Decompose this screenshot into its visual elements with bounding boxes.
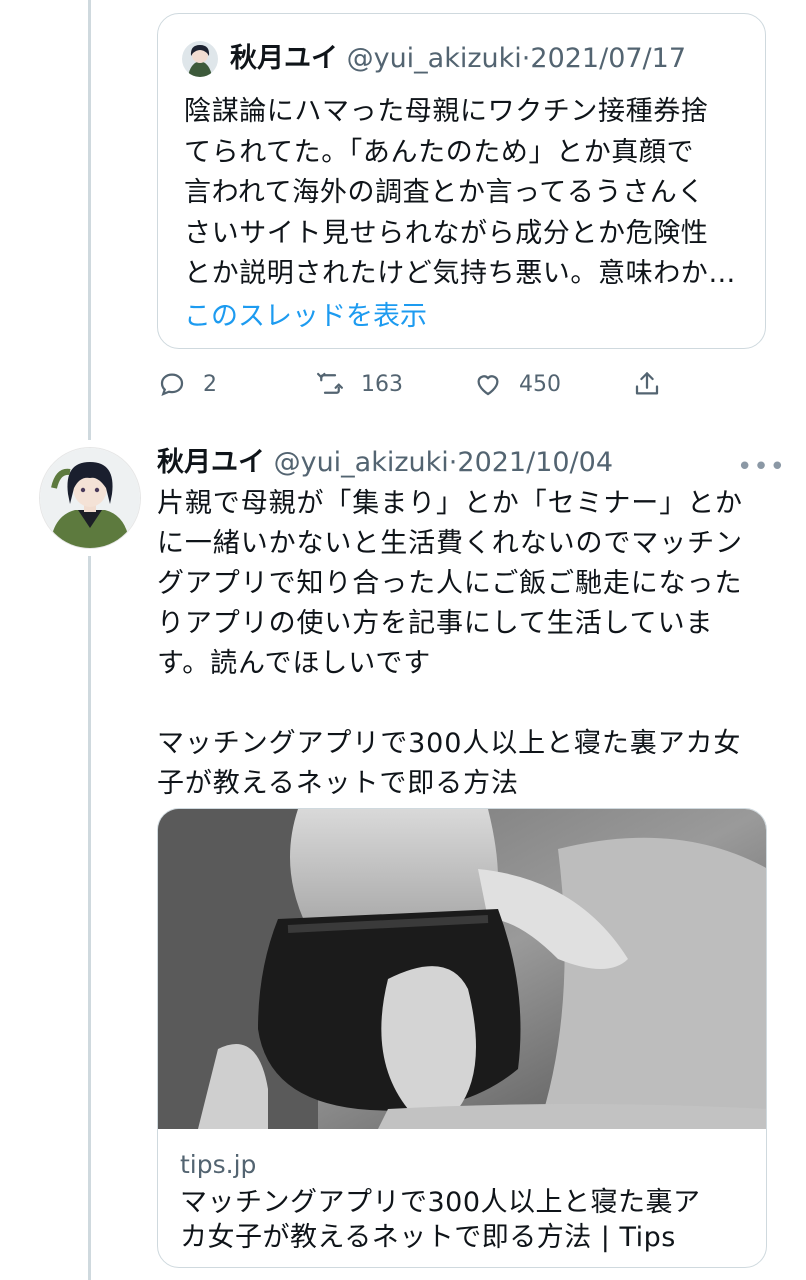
author-name[interactable]: 秋月ユイ xyxy=(157,447,265,478)
quoted-author-handle[interactable]: @yui_akizuki xyxy=(347,43,522,74)
text-line: りアプリの使い方を記事にして生活していま xyxy=(157,608,714,639)
thread-connector-line xyxy=(88,0,91,440)
text-line: 子が教えるネットで即る方法 xyxy=(157,768,519,799)
author-avatar[interactable] xyxy=(39,447,141,549)
text-line: マッチングアプリで300人以上と寝た裏ア xyxy=(180,1187,701,1218)
link-domain: tips.jp xyxy=(180,1150,257,1179)
heart-icon xyxy=(477,375,499,396)
tweet-text: 片親で母親が「集まり」とか「セミナー」とか に一緒いかないと生活費くれないのでマ… xyxy=(157,484,777,804)
tweet-date[interactable]: 2021/10/04 xyxy=(457,447,613,478)
text-line: マッチングアプリで300人以上と寝た裏アカ女 xyxy=(157,728,742,759)
quoted-author-name[interactable]: 秋月ユイ xyxy=(230,43,338,74)
reply-count: 2 xyxy=(203,371,217,397)
retweet-count: 163 xyxy=(361,371,403,397)
link-preview-image xyxy=(158,809,766,1129)
quoted-tweet-text: 陰謀論にハマった母親にワクチン接種券捨 てられてた。「あんたのため」とか真顔で … xyxy=(184,92,754,295)
text-line: 言われて海外の調査とか言ってるうさんく xyxy=(184,177,705,208)
thread-connector-line xyxy=(88,556,91,1280)
text-line: さいサイト見せられながら成分とか危険性 xyxy=(184,217,709,249)
quoted-tweet-date[interactable]: 2021/07/17 xyxy=(530,43,686,74)
text-line: カ女子が教えるネットで即る方法 | Tips xyxy=(180,1222,676,1253)
text-line: に一緒いかないと生活費くれないのでマッチン xyxy=(157,528,743,559)
reply-button[interactable]: 2 xyxy=(157,362,217,406)
share-button[interactable] xyxy=(632,362,662,406)
like-button[interactable]: 450 xyxy=(473,362,561,406)
text-line: す。読んでほしいです xyxy=(157,648,432,679)
tweet-header: 秋月ユイ @yui_akizuki·2021/10/04 xyxy=(157,446,613,480)
link-preview-card[interactable]: tips.jp マッチングアプリで300人以上と寝た裏ア カ女子が教えるネットで… xyxy=(157,808,767,1268)
text-line: 陰謀論にハマった母親にワクチン接種券捨 xyxy=(184,96,709,127)
text-line: てられてた。「あんたのため」とか真顔で xyxy=(184,136,695,168)
reply-icon xyxy=(160,373,184,396)
retweet-button[interactable]: 163 xyxy=(315,362,403,406)
retweet-icon xyxy=(317,372,343,394)
quoted-tweet-card[interactable]: 秋月ユイ @yui_akizuki·2021/07/17 陰謀論にハマった母親に… xyxy=(157,13,766,349)
tweet-action-bar: 2 163 450 xyxy=(157,362,677,406)
text-line: とか説明されたけど気持ち悪い。意味わか… xyxy=(184,258,736,289)
quoted-tweet-header: 秋月ユイ @yui_akizuki·2021/07/17 xyxy=(230,42,686,76)
link-title: マッチングアプリで300人以上と寝た裏ア カ女子が教えるネットで即る方法 | T… xyxy=(180,1185,750,1255)
author-handle[interactable]: @yui_akizuki xyxy=(274,447,449,478)
text-line: グアプリで知り合った人にご飯ご馳走になった xyxy=(157,568,743,599)
text-line: 片親で母親が「集まり」とか「セミナー」とか xyxy=(157,488,743,519)
like-count: 450 xyxy=(519,371,561,397)
show-thread-link[interactable]: このスレッドを表示 xyxy=(184,294,427,333)
quoted-author-avatar[interactable] xyxy=(182,41,218,77)
share-icon xyxy=(635,372,659,395)
more-options-icon[interactable]: ••• xyxy=(737,452,786,482)
